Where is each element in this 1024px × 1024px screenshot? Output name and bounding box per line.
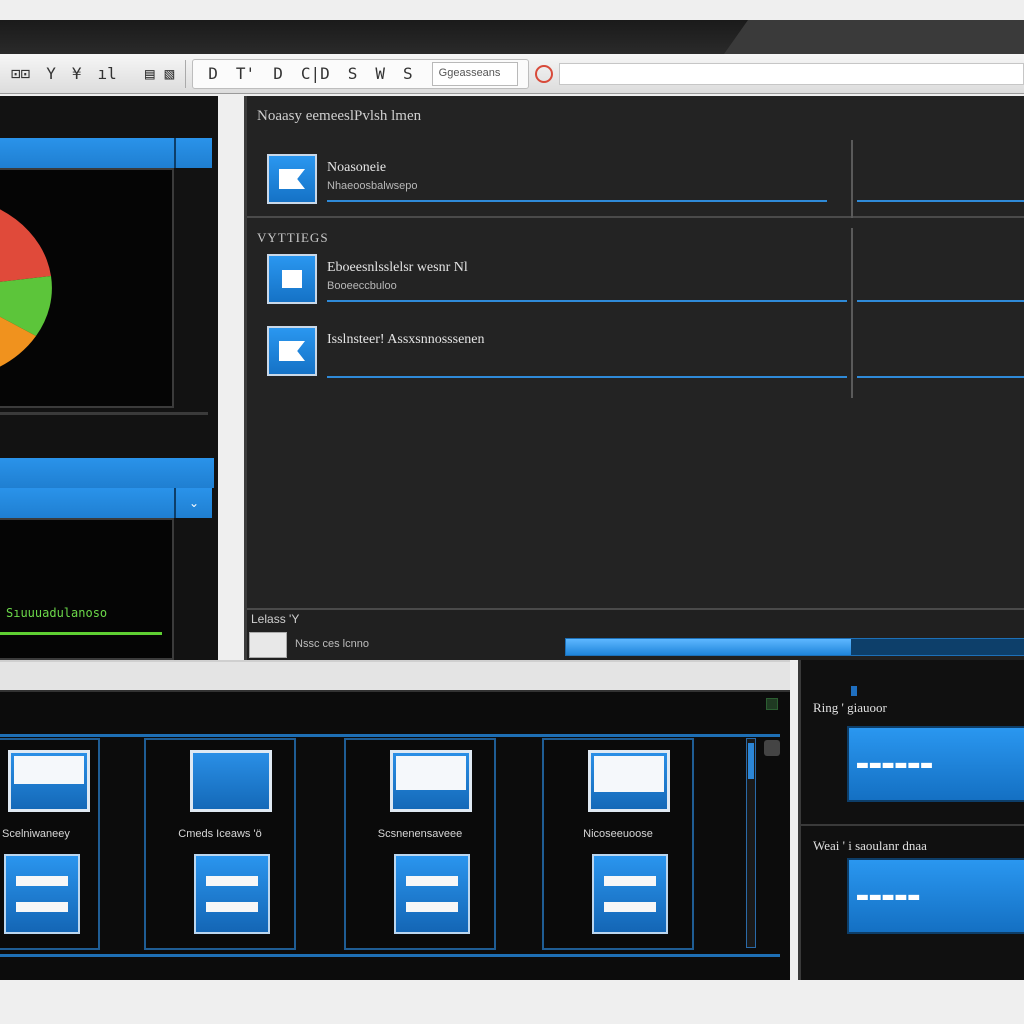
panel-marker-icon <box>851 686 857 696</box>
value-display[interactable]: ▬▬▬▬▬▬ <box>847 726 1024 802</box>
toolbar-button-s2[interactable]: S <box>398 62 418 85</box>
log-output-text: Sıuuuadulanoso <box>6 606 108 620</box>
document-icon <box>4 854 80 934</box>
list-item-underline <box>327 376 847 378</box>
panel-divider <box>0 412 208 415</box>
thumbnail-gallery: Scelniwaneey Cmeds Iceaws 'ö Scsnenensav… <box>0 690 790 980</box>
gallery-scrollbar[interactable] <box>746 738 756 948</box>
chevron-down-icon[interactable]: ⌄ <box>174 488 212 518</box>
list-item-title: Noasoneie <box>327 160 387 175</box>
toolbar-button-s[interactable]: S <box>343 62 363 85</box>
gallery-card-caption: Cmeds Iceaws 'ö <box>178 828 262 840</box>
filter-icon[interactable]: Y <box>41 62 61 85</box>
chart-icon[interactable]: ıl <box>93 62 122 85</box>
yen-icon[interactable]: ¥ <box>67 62 87 85</box>
layout-icon[interactable]: ⊡⊡ <box>6 62 35 85</box>
pie-chart <box>0 196 56 380</box>
gallery-bottom-border <box>0 954 780 957</box>
value-display-2[interactable]: ▬▬▬▬▬ <box>847 858 1024 934</box>
toolbar-button-w[interactable]: W <box>370 62 390 85</box>
pie-chart-svg <box>0 209 52 367</box>
section-header-bar[interactable] <box>0 458 214 488</box>
address-field[interactable]: Ggeasseans <box>431 61 518 86</box>
status-label: Lelass 'Y <box>251 612 300 626</box>
gallery-card-caption: Nicoseeuoose <box>583 828 653 840</box>
thumbnail-image <box>8 750 90 812</box>
list-item[interactable]: Isslnsteer! Assxsnnosssenen <box>267 326 1024 382</box>
toolbar-button-d[interactable]: D <box>203 62 223 85</box>
toolbar-button-cld[interactable]: C|D <box>296 62 335 85</box>
scrollbar-thumb[interactable] <box>748 743 754 779</box>
list-icon[interactable]: ▤ <box>140 62 160 85</box>
right-panel: Ring ' giauoor ▬▬▬▬▬▬ Weai ' i saoulanr … <box>798 660 1024 980</box>
toolbar-format-group: D T' D C|D S W S Ggeasseans <box>192 58 529 89</box>
list-item-underline-right <box>857 200 1024 202</box>
gallery-card[interactable]: Nicoseeuoose <box>542 738 694 950</box>
toolbar-left-group: ⊡⊡ Y ¥ ıl <box>0 58 140 90</box>
list-item-title: Isslnsteer! Assxsnnosssenen <box>327 332 485 347</box>
location-bar[interactable] <box>558 62 1024 85</box>
toolbar-separator <box>185 59 187 88</box>
app-window: ⊡⊡ Y ¥ ıl ▤ ▧ D T' D C|D S W S Ggeassean… <box>0 0 1024 1024</box>
gallery-card[interactable]: Cmeds Iceaws 'ö <box>144 738 296 950</box>
title-bar-edge <box>724 20 1024 54</box>
toolbar-button-d2[interactable]: D <box>268 62 288 85</box>
right-panel-divider <box>801 824 1024 826</box>
gallery-card-caption: Scelniwaneey <box>2 828 70 840</box>
status-indicator <box>766 698 778 710</box>
chart-panel-header[interactable] <box>0 138 176 168</box>
thumbnail-image <box>390 750 472 812</box>
list-item-underline <box>327 200 827 202</box>
list-item[interactable]: Eboeesnlsslelsr wesnr Nl Booeeccbuloo <box>267 254 1024 310</box>
status-meta: Nssc ces lcnno <box>295 638 369 650</box>
status-bar: Lelass 'Y Nssc ces lcnno <box>247 608 1024 660</box>
grid-icon[interactable]: ▧ <box>160 62 180 85</box>
title-bar <box>0 20 1024 54</box>
list-item-underline <box>327 300 847 302</box>
section-label: VYTTIEGS <box>257 230 329 245</box>
list-item-subtitle: Nhaeoosbalwsepo <box>327 180 418 192</box>
document-icon <box>394 854 470 934</box>
document-icon <box>592 854 668 934</box>
pie-slice-red <box>0 209 51 282</box>
list-item-subtitle: Booeeccbuloo <box>327 280 397 292</box>
file-icon <box>267 154 317 204</box>
gallery-card[interactable]: Scsnenensaveee <box>344 738 496 950</box>
file-icon <box>267 326 317 376</box>
gallery-top-border <box>0 734 780 737</box>
section-divider <box>247 216 1024 218</box>
list-item[interactable]: Noasoneie Nhaeoosbalwsepo <box>267 154 1024 210</box>
main-pane: Noaasy eemeeslPvlsh lmen Noasoneie Nhaeo… <box>244 96 1024 660</box>
log-panel <box>0 518 174 660</box>
record-icon[interactable] <box>534 64 553 83</box>
right-panel-title: Ring ' giauoor <box>813 700 887 715</box>
progress-bar <box>565 638 1024 656</box>
list-item-title: Eboeesnlsslelsr wesnr Nl <box>327 260 468 275</box>
gallery-card-caption: Scsnenensaveee <box>377 828 463 840</box>
toolbar: ⊡⊡ Y ¥ ıl ▤ ▧ D T' D C|D S W S Ggeassean… <box>0 54 1024 94</box>
document-icon <box>194 854 270 934</box>
list-item-underline-right <box>857 376 1024 378</box>
progress-fill <box>566 639 852 655</box>
page-margin <box>0 980 1024 1024</box>
column-divider <box>851 140 853 218</box>
gallery-card[interactable]: Scelniwaneey <box>0 738 100 950</box>
chart-panel-menu-icon[interactable] <box>174 138 212 168</box>
list-item-underline-right <box>857 300 1024 302</box>
status-thumbnail[interactable] <box>249 632 287 658</box>
window-icon <box>267 254 317 304</box>
settings-icon[interactable] <box>764 740 780 756</box>
page-title: Noaasy eemeeslPvlsh lmen <box>257 108 422 124</box>
bottom-panel-header <box>0 660 790 690</box>
thumbnail-image <box>588 750 670 812</box>
log-output-underline <box>0 632 162 635</box>
toolbar-button-t[interactable]: T' <box>231 62 260 85</box>
right-panel-subtitle: Weai ' i saoulanr dnaa <box>813 838 927 853</box>
log-panel-header[interactable] <box>0 488 176 518</box>
thumbnail-image <box>190 750 272 812</box>
